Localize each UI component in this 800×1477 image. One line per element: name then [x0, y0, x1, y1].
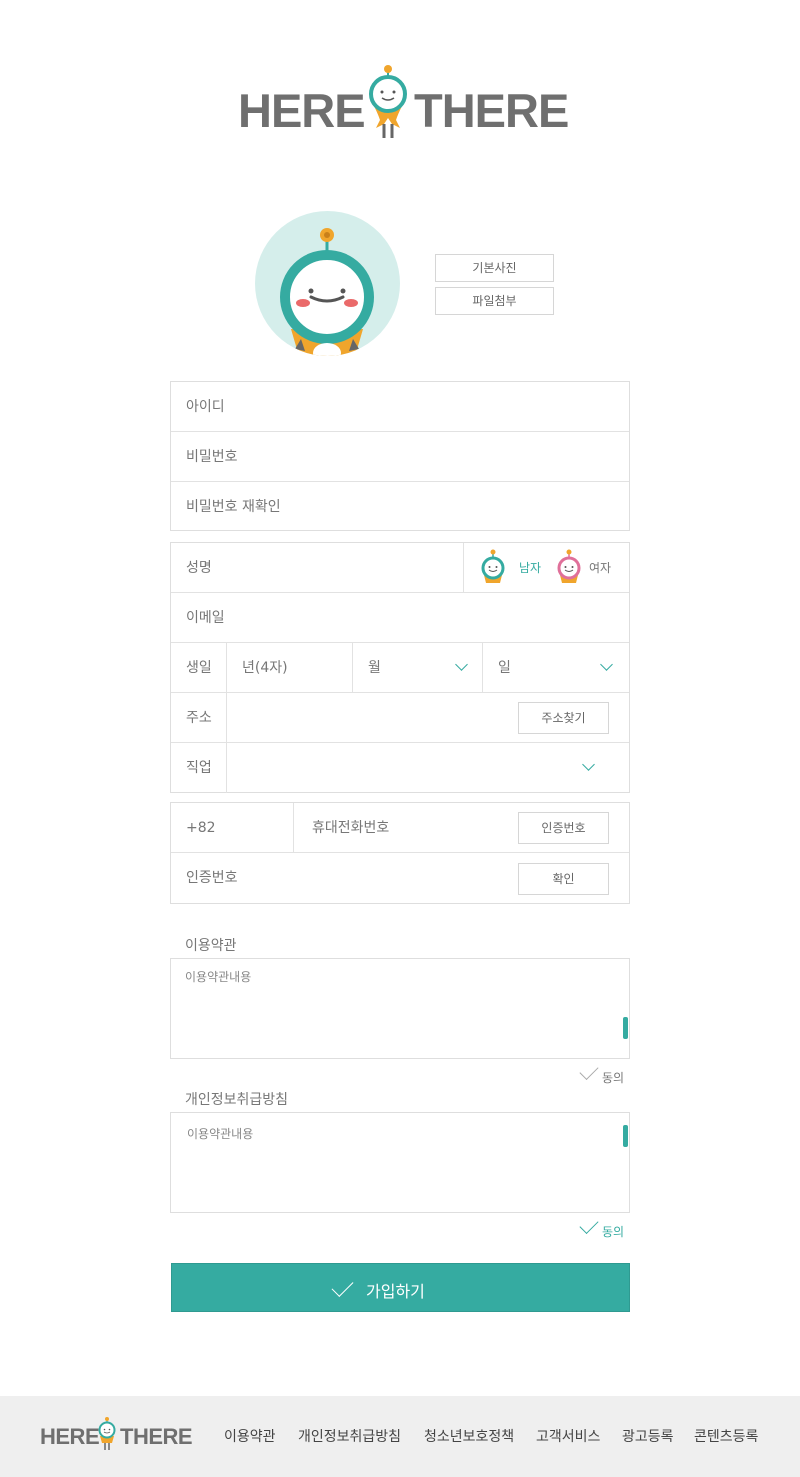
mascot-footer-icon	[98, 1417, 116, 1450]
birth-month-select[interactable]: 월	[353, 643, 482, 693]
terms-scrollbar[interactable]	[623, 1017, 628, 1039]
privacy-agree-label: 동의	[602, 1225, 625, 1239]
birth-day-placeholder: 일	[498, 660, 511, 676]
phone-number-placeholder: 휴대전화번호	[312, 820, 390, 836]
country-code-field[interactable]: +82	[171, 803, 293, 852]
phone-number-field[interactable]: 휴대전화번호	[297, 803, 515, 852]
gender-male-label: 남자	[519, 561, 542, 575]
footer-link-content-register[interactable]: 콘텐츠등록	[694, 1426, 758, 1446]
verification-code-placeholder: 인증번호	[186, 870, 238, 886]
birth-year-field[interactable]: 년(4자)	[227, 643, 352, 693]
job-select[interactable]	[227, 743, 629, 793]
address-row: 주소 주소찾기	[171, 693, 629, 743]
footer-logo-there: THERE	[120, 1424, 193, 1449]
privacy-content: 이용약관내용	[187, 1127, 254, 1141]
password-confirm-placeholder: 비밀번호 재확인	[186, 499, 281, 515]
signup-button[interactable]: 가입하기	[171, 1263, 630, 1312]
check-icon	[579, 1214, 599, 1235]
gender-female-option[interactable]: 여자	[555, 549, 621, 585]
code-row: 인증번호 확인	[171, 853, 629, 903]
address-label: 주소	[186, 710, 212, 726]
attach-file-button[interactable]: 파일첨부	[435, 287, 554, 315]
email-placeholder: 이메일	[186, 610, 225, 626]
chevron-down-icon	[600, 658, 613, 671]
terms-agree-checkbox[interactable]: 동의	[576, 1060, 630, 1088]
logo-text-here: HERE	[238, 84, 366, 137]
phone-row: +82 휴대전화번호 인증번호	[171, 803, 629, 853]
address-search-button[interactable]: 주소찾기	[518, 702, 609, 734]
mascot-logo-icon	[369, 65, 407, 138]
verification-code-field[interactable]: 인증번호	[171, 853, 515, 903]
logo-text-there: THERE	[414, 84, 569, 137]
footer-link-youth-policy[interactable]: 청소년보호정책	[424, 1426, 514, 1446]
job-label: 직업	[186, 760, 212, 776]
mascot-male-icon	[481, 549, 505, 583]
terms-content: 이용약관내용	[185, 970, 252, 984]
default-photo-button[interactable]: 기본사진	[435, 254, 554, 282]
id-field[interactable]: 아이디	[171, 382, 629, 432]
footer-logo[interactable]: HERE THERE	[40, 1416, 193, 1454]
terms-title: 이용약관	[185, 938, 237, 954]
chevron-down-icon	[582, 758, 595, 771]
gender-male-option[interactable]: 남자	[477, 549, 543, 585]
birth-day-select[interactable]: 일	[483, 643, 629, 693]
birth-row: 생일 년(4자) 월 일	[171, 643, 629, 693]
footer-link-customer-service[interactable]: 고객서비스	[536, 1426, 600, 1446]
chevron-down-icon	[455, 658, 468, 671]
password-confirm-field[interactable]: 비밀번호 재확인	[171, 482, 629, 532]
privacy-title: 개인정보취급방침	[185, 1092, 289, 1108]
personal-form: 성명 남자 여자 이메일 생일 년(4자) 월 일 주소 주소찾기 직업	[170, 542, 630, 793]
footer-link-ad-register[interactable]: 광고등록	[622, 1426, 674, 1446]
address-field[interactable]	[227, 693, 517, 743]
request-code-button[interactable]: 인증번호	[518, 812, 609, 844]
birth-year-placeholder: 년(4자)	[242, 660, 288, 676]
job-row: 직업	[171, 743, 629, 793]
footer-link-privacy[interactable]: 개인정보취급방침	[298, 1426, 401, 1446]
birth-month-placeholder: 월	[368, 660, 381, 676]
header-logo[interactable]: HERE THERE	[238, 62, 569, 144]
name-row: 성명 남자 여자	[171, 543, 629, 593]
phone-form: +82 휴대전화번호 인증번호 인증번호 확인	[170, 802, 630, 904]
check-icon	[579, 1060, 599, 1081]
name-field[interactable]: 성명	[171, 543, 463, 592]
country-code-value: +82	[186, 820, 216, 836]
footer: HERE THERE 이용약관 개인정보취급방침 청소년보호정책 고객서비스 광…	[0, 1396, 800, 1477]
password-field[interactable]: 비밀번호	[171, 432, 629, 482]
privacy-scrollbar[interactable]	[623, 1125, 628, 1147]
footer-logo-here: HERE	[40, 1424, 100, 1449]
mascot-avatar-icon	[280, 228, 374, 356]
mascot-female-icon	[557, 549, 581, 583]
privacy-agree-checkbox[interactable]: 동의	[576, 1214, 630, 1242]
email-field[interactable]: 이메일	[171, 593, 629, 643]
gender-female-label: 여자	[589, 561, 612, 575]
terms-content-box[interactable]: 이용약관내용	[170, 958, 630, 1059]
name-placeholder: 성명	[186, 560, 212, 576]
signup-button-label: 가입하기	[366, 1282, 425, 1301]
password-placeholder: 비밀번호	[186, 449, 238, 465]
footer-link-terms[interactable]: 이용약관	[224, 1426, 276, 1446]
account-form: 아이디 비밀번호 비밀번호 재확인	[170, 381, 630, 531]
confirm-code-button[interactable]: 확인	[518, 863, 609, 895]
privacy-content-box[interactable]: 이용약관내용	[170, 1112, 630, 1213]
profile-avatar	[255, 211, 400, 356]
terms-agree-label: 동의	[602, 1071, 625, 1085]
check-icon	[331, 1275, 354, 1297]
id-placeholder: 아이디	[186, 399, 225, 415]
birth-label: 생일	[186, 660, 212, 676]
